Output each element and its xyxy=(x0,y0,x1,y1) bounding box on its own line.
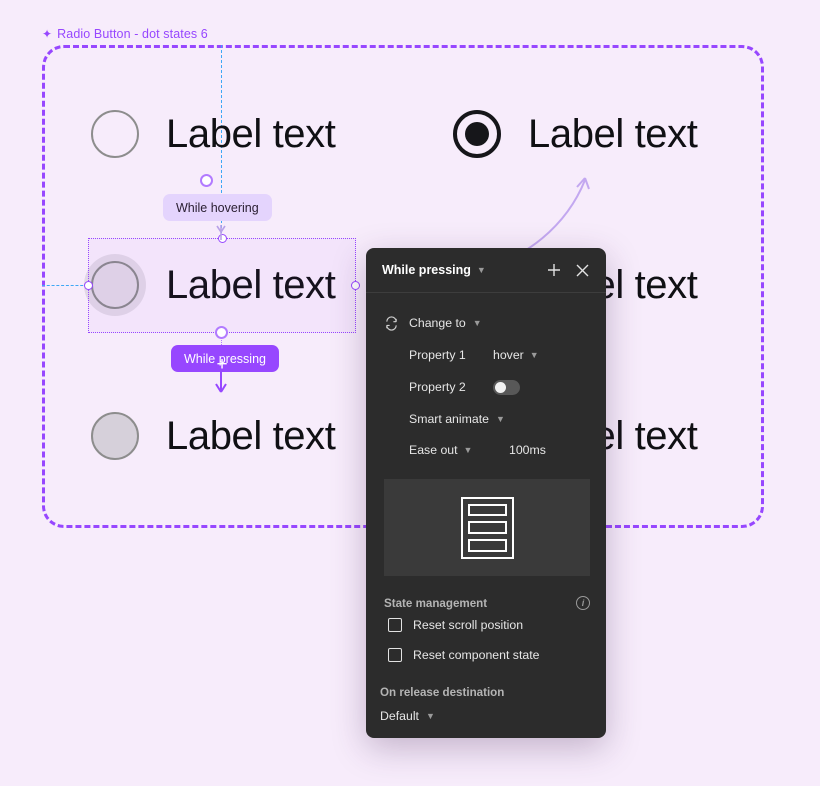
change-to-icon xyxy=(384,315,399,331)
plus-icon[interactable] xyxy=(543,259,565,281)
interaction-node-pressing[interactable] xyxy=(215,326,228,339)
reset-scroll-position-row[interactable]: Reset scroll position xyxy=(384,610,590,640)
panel-header: While pressing ▼ xyxy=(366,248,606,293)
add-interaction-icon[interactable]: + xyxy=(215,355,229,374)
radio-row-selected[interactable]: Label text xyxy=(453,110,698,158)
chevron-down-icon[interactable]: ▼ xyxy=(426,711,435,721)
selection-handle-top[interactable] xyxy=(218,234,227,243)
change-to-label: Change to xyxy=(409,316,466,330)
radio-button-default[interactable] xyxy=(91,110,139,158)
reset-component-state-row[interactable]: Reset component state xyxy=(384,640,590,670)
property-2-label: Property 2 xyxy=(409,380,466,394)
property-1-value[interactable]: hover ▼ xyxy=(493,348,539,362)
chevron-down-icon[interactable]: ▼ xyxy=(473,318,482,328)
radio-button-selected[interactable] xyxy=(453,110,501,158)
info-icon[interactable]: i xyxy=(576,596,590,610)
on-release-destination-value: Default xyxy=(380,709,419,723)
radio-row-default[interactable]: Label text xyxy=(91,110,336,158)
reset-component-state-checkbox[interactable] xyxy=(388,648,402,662)
animation-preview[interactable] xyxy=(384,479,590,576)
property-2-toggle[interactable] xyxy=(493,379,520,395)
smart-animate-row[interactable]: Smart animate ▼ xyxy=(384,403,590,435)
selection-handle-right[interactable] xyxy=(351,281,360,290)
state-management-header: State management i xyxy=(384,596,590,610)
on-release-destination-header: On release destination xyxy=(380,686,505,699)
reset-component-state-label: Reset component state xyxy=(413,648,540,662)
property-1-label: Property 1 xyxy=(409,348,466,362)
radio-row-pressed[interactable]: Label text xyxy=(91,412,336,460)
chevron-down-icon[interactable]: ▼ xyxy=(477,265,486,275)
alignment-guide-horizontal xyxy=(42,285,88,286)
reset-scroll-position-checkbox[interactable] xyxy=(388,618,402,632)
frame-title-label: Radio Button - dot states 6 xyxy=(57,27,208,41)
diamond-component-icon: ✦ xyxy=(42,27,53,41)
badge-label: While hovering xyxy=(176,200,259,215)
panel-title: While pressing xyxy=(382,263,471,277)
easing-control[interactable]: Ease out ▼ xyxy=(409,443,509,457)
interaction-details-panel: While pressing ▼ Change to ▼ Property 1 … xyxy=(366,248,606,738)
close-icon[interactable] xyxy=(571,259,593,281)
list-stack-preview-icon xyxy=(460,496,514,559)
chevron-down-icon[interactable]: ▼ xyxy=(530,350,539,360)
state-management-label: State management xyxy=(384,596,488,610)
easing-label: Ease out xyxy=(409,443,458,457)
change-to-row[interactable]: Change to ▼ xyxy=(384,307,590,339)
frame-title[interactable]: ✦ Radio Button - dot states 6 xyxy=(42,27,208,41)
easing-row[interactable]: Ease out ▼ 100ms xyxy=(384,435,590,465)
figma-canvas: ✦ Radio Button - dot states 6 Label text… xyxy=(0,0,820,786)
on-release-destination-select[interactable]: Default ▼ xyxy=(380,709,590,723)
selection-rectangle[interactable] xyxy=(84,234,360,337)
panel-body: Change to ▼ Property 1 hover ▼ Property … xyxy=(366,293,606,723)
chevron-down-icon[interactable]: ▼ xyxy=(464,445,473,455)
animation-type-label: Smart animate xyxy=(409,412,489,426)
property-1-value-text: hover xyxy=(493,348,524,362)
reset-scroll-position-label: Reset scroll position xyxy=(413,618,524,632)
badge-while-hovering[interactable]: While hovering xyxy=(163,194,272,221)
property-1-row[interactable]: Property 1 hover ▼ xyxy=(384,339,590,371)
duration-value[interactable]: 100ms xyxy=(509,443,546,457)
radio-label: Label text xyxy=(528,112,698,156)
radio-label: Label text xyxy=(166,112,336,156)
interaction-node-hovering[interactable] xyxy=(200,174,213,187)
selection-handle-left[interactable] xyxy=(84,281,93,290)
chevron-down-icon[interactable]: ▼ xyxy=(496,414,505,424)
radio-button-pressed[interactable] xyxy=(91,412,139,460)
property-2-row[interactable]: Property 2 xyxy=(384,371,590,403)
radio-label: Label text xyxy=(166,414,336,458)
